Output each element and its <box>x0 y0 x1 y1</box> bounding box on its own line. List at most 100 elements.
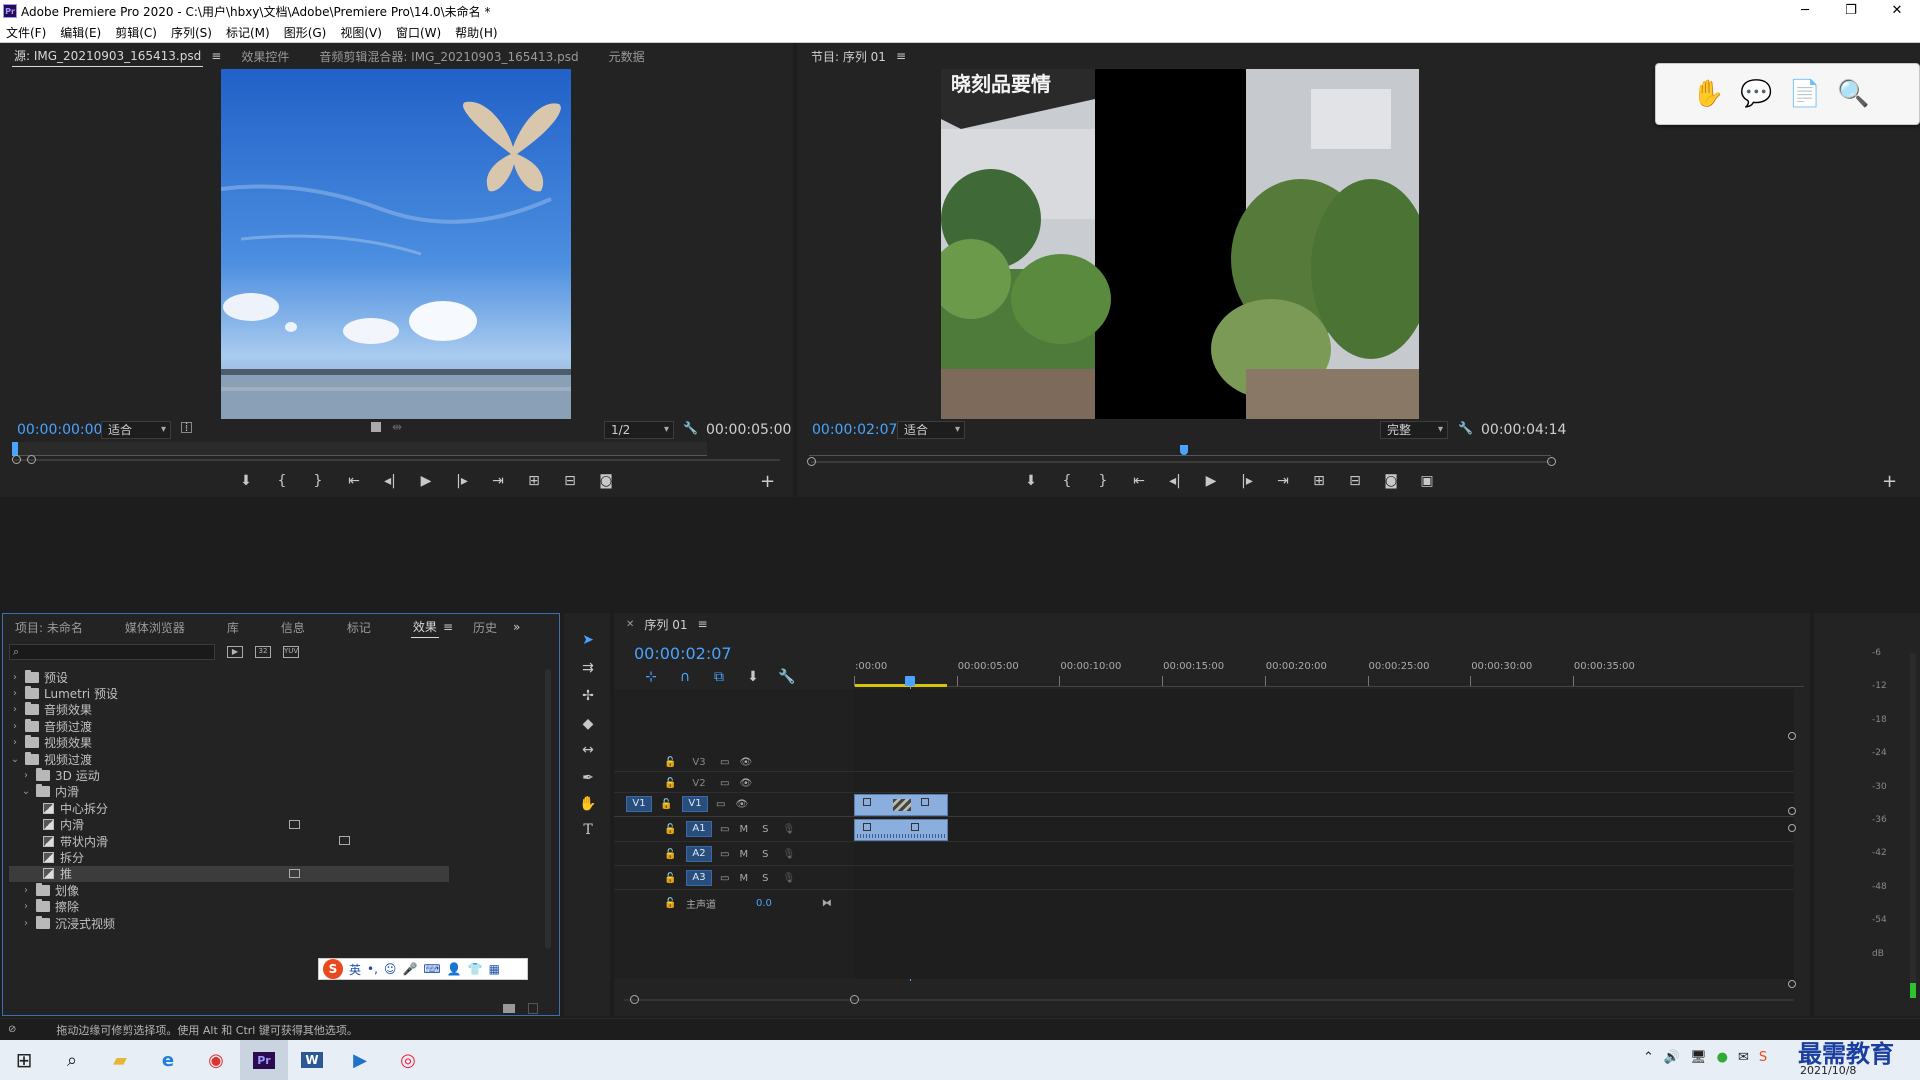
effects-scrollbar[interactable] <box>545 669 551 949</box>
tree-effect[interactable]: 内滑 <box>9 817 449 833</box>
delete-icon[interactable] <box>528 1003 538 1014</box>
menu-help[interactable]: 帮助(H) <box>455 24 497 41</box>
video-app-icon[interactable]: ▶ <box>336 1040 384 1080</box>
menu-file[interactable]: 文件(F) <box>6 24 46 41</box>
source-fit-dropdown[interactable]: 适合 <box>101 421 171 439</box>
search-icon[interactable]: ⌕ <box>48 1040 96 1080</box>
lock-icon[interactable]: 🔓 <box>664 849 680 860</box>
program-mark-in-icon[interactable]: { <box>1049 473 1085 489</box>
tree-folder[interactable]: ⌄ 视频过渡 <box>9 751 449 767</box>
program-quality-dropdown[interactable]: 完整 <box>1380 421 1448 439</box>
windows-start-icon[interactable]: ⊞ <box>0 1040 48 1080</box>
h-zoom-right[interactable] <box>850 995 859 1004</box>
program-zoom-left[interactable] <box>807 457 816 466</box>
lock-icon[interactable]: 🔓 <box>664 824 680 835</box>
tab-audio-clip-mixer[interactable]: 音频剪辑混合器: IMG_20210903_165413.psd <box>317 46 580 67</box>
step-back-icon[interactable]: ◂| <box>372 473 408 489</box>
program-mark-out-icon[interactable]: } <box>1085 473 1121 489</box>
lock-icon[interactable]: 🔓 <box>660 799 676 810</box>
transition-marker[interactable] <box>893 799 911 811</box>
program-playhead[interactable] <box>1180 445 1188 455</box>
chevron-down-icon[interactable]: ⌄ <box>9 754 21 765</box>
timeline-zoom-bar[interactable] <box>624 999 1794 1001</box>
tab-effect-controls[interactable]: 效果控件 <box>239 46 291 67</box>
new-folder-icon[interactable] <box>503 1004 515 1013</box>
lock-icon[interactable]: 🔓 <box>664 873 680 884</box>
timeline-settings-icon[interactable]: 🔧 <box>770 669 804 685</box>
tree-effect[interactable]: 中心拆分 <box>9 800 449 816</box>
source-zoom-bar[interactable] <box>14 459 780 461</box>
linked-selection-icon[interactable]: ⧉ <box>702 669 736 685</box>
mute-button[interactable]: M <box>739 849 748 860</box>
lock-icon[interactable]: 🔓 <box>664 898 680 909</box>
menu-sequence[interactable]: 序列(S) <box>171 24 212 41</box>
menu-graphics[interactable]: 图形(G) <box>284 24 327 41</box>
program-add-button-icon[interactable]: + <box>1882 471 1897 492</box>
eye-icon[interactable]: 👁 <box>739 757 752 768</box>
tray-chevron-icon[interactable]: ⌃ <box>1643 1050 1654 1065</box>
chevron-right-icon[interactable]: › <box>9 672 21 683</box>
add-marker-icon[interactable]: ⬇ <box>228 473 264 489</box>
skin-icon[interactable]: 👕 <box>468 962 483 976</box>
program-zoom-right[interactable] <box>1547 457 1556 466</box>
program-menu-icon[interactable]: ≡ <box>896 49 906 63</box>
ime-toolbar[interactable]: S 英 •, ☺ 🎤 ⌨ 👤 👕 ▦ <box>318 958 528 980</box>
source-playhead[interactable] <box>12 442 18 456</box>
sync-lock-icon[interactable]: ▭ <box>720 757 729 768</box>
chevron-right-icon[interactable]: › <box>20 885 32 896</box>
tab-effects[interactable]: 效果 <box>410 616 439 638</box>
eye-icon[interactable]: 👁 <box>735 799 748 810</box>
sync-lock-icon[interactable]: ▭ <box>720 778 729 789</box>
tree-folder[interactable]: › Lumetri 预设 <box>9 685 449 701</box>
close-sequence-icon[interactable]: ✕ <box>626 619 634 630</box>
track-v1-label[interactable]: V1 <box>682 796 708 812</box>
close-icon[interactable]: ✕ <box>1874 0 1920 22</box>
effects-menu-icon[interactable]: ≡ <box>443 620 453 634</box>
chrome-icon[interactable]: ◉ <box>192 1040 240 1080</box>
nest-icon[interactable]: ⊹ <box>634 669 668 685</box>
timeline-ruler[interactable]: :00:00 00:00:05:00 00:00:10:00 00:00:15:00 0… <box>854 657 1804 687</box>
pen-tool-icon[interactable]: ✒ <box>578 770 598 790</box>
export-document-icon[interactable]: 📄 <box>1789 79 1821 109</box>
a-scroll-bottom[interactable] <box>1788 980 1796 988</box>
track-a3-label[interactable]: A3 <box>686 870 712 886</box>
overwrite-icon[interactable]: ⊟ <box>552 473 588 489</box>
mic-icon[interactable]: 🎙 <box>782 873 795 884</box>
track-v2-label[interactable]: V2 <box>686 778 712 789</box>
keyboard-icon[interactable]: ⌨ <box>423 962 440 976</box>
mic-icon[interactable]: 🎙 <box>782 824 795 835</box>
tree-folder[interactable]: › 3D 运动 <box>9 767 449 783</box>
program-zoom-bar[interactable] <box>811 461 1551 463</box>
sync-lock-icon[interactable]: ▭ <box>720 873 729 884</box>
restore-icon[interactable]: ❐ <box>1828 0 1874 22</box>
minimize-icon[interactable]: ─ <box>1782 0 1828 22</box>
tab-source[interactable]: 源: IMG_20210903_165413.psd <box>12 45 204 67</box>
tray-app2-icon[interactable]: ✉ <box>1738 1050 1749 1065</box>
sync-lock-icon[interactable]: ▭ <box>720 824 729 835</box>
lift-icon[interactable]: ⊞ <box>1301 473 1337 489</box>
tree-effect[interactable]: 推 <box>9 865 449 882</box>
chevron-right-icon[interactable]: › <box>9 704 21 715</box>
insert-icon[interactable]: ⊞ <box>516 473 552 489</box>
track-a2-label[interactable]: A2 <box>686 846 712 862</box>
insert-overwrite-icon[interactable] <box>371 422 381 432</box>
a-scroll-mid[interactable] <box>1788 824 1796 832</box>
menu-view[interactable]: 视图(V) <box>340 24 382 41</box>
tab-media-browser[interactable]: 媒体浏览器 <box>123 617 187 638</box>
v-scroll-top[interactable] <box>1788 732 1796 740</box>
tab-history[interactable]: 历史 <box>471 617 499 638</box>
razor-tool-icon[interactable]: ◆ <box>578 716 598 736</box>
tree-effect[interactable]: 拆分 <box>9 849 449 865</box>
tree-folder[interactable]: › 音频效果 <box>9 702 449 718</box>
ime-lang-label[interactable]: 英 <box>349 961 361 978</box>
grid-icon[interactable]: ▦ <box>489 962 500 976</box>
tab-program[interactable]: 节目: 序列 01 <box>809 46 888 67</box>
mark-in-icon[interactable]: { <box>264 473 300 489</box>
slip-tool-icon[interactable]: ↔ <box>578 742 598 762</box>
selection-tool-icon[interactable]: ➤ <box>578 632 598 652</box>
sync-lock-icon[interactable]: ▭ <box>716 799 725 810</box>
32bit-effects-icon[interactable]: 32 <box>255 646 271 658</box>
word-icon[interactable]: W <box>288 1040 336 1080</box>
timeline-timecode[interactable]: 00:00:02:07 <box>634 644 732 663</box>
menu-markers[interactable]: 标记(M) <box>226 24 270 41</box>
